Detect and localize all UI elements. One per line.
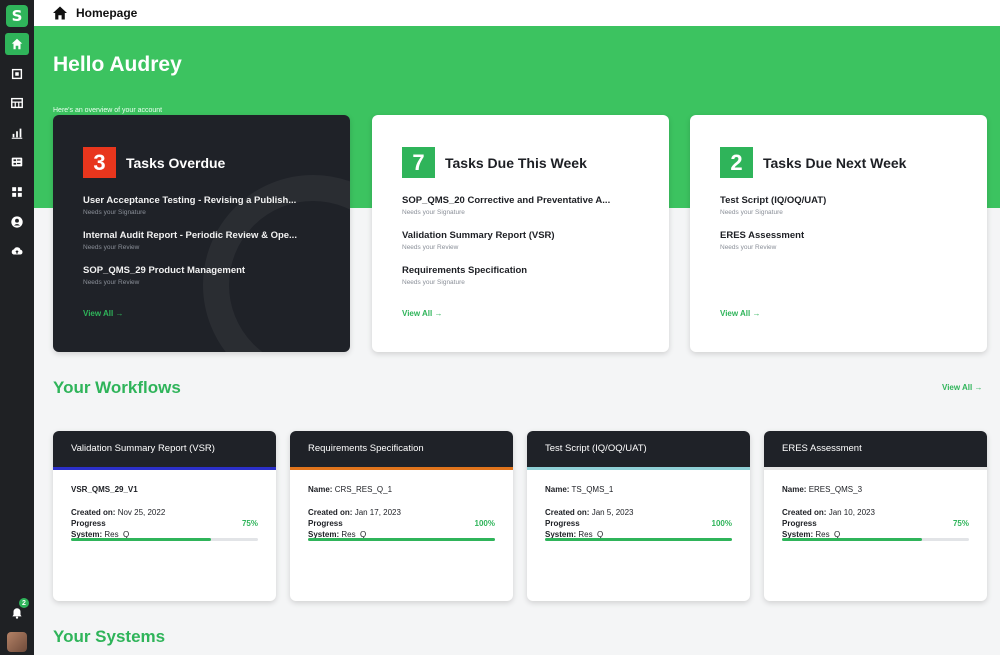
chart-icon: [11, 128, 23, 139]
sidebar-item-forms[interactable]: [5, 151, 29, 173]
view-all-link[interactable]: View All →: [402, 309, 442, 318]
workflow-card[interactable]: ERES Assessment Name: ERES_QMS_3 Created…: [764, 431, 987, 601]
progress-value: 100%: [711, 519, 732, 528]
workflow-card-title: Requirements Specification: [290, 431, 513, 467]
progress-bar: [308, 538, 495, 541]
progress-value: 100%: [474, 519, 495, 528]
task-item[interactable]: Requirements Specification Needs your Sig…: [402, 265, 642, 300]
greeting: Hello Audrey: [53, 53, 182, 76]
document-scan-icon: [11, 68, 23, 80]
workflows-view-all-link[interactable]: View All →: [942, 383, 982, 392]
sidebar: S 2: [0, 0, 34, 655]
sidebar-item-profile[interactable]: [5, 211, 29, 233]
task-item[interactable]: ERES Assessment Needs your Review: [720, 230, 960, 265]
grid-icon: [12, 187, 22, 197]
workflow-card[interactable]: Validation Summary Report (VSR) VSR_QMS_…: [53, 431, 276, 601]
progress-label: Progress: [308, 519, 343, 528]
this-week-count: 7: [402, 147, 435, 178]
notification-badge: 2: [19, 598, 29, 608]
workflow-card-title: Test Script (IQ/OQ/UAT): [527, 431, 750, 467]
tasks-next-week-card: 2 Tasks Due Next Week Test Script (IQ/OQ…: [690, 115, 987, 352]
card-title: Tasks Due This Week: [445, 154, 587, 171]
workflow-card[interactable]: Requirements Specification Name: CRS_RES…: [290, 431, 513, 601]
overdue-count: 3: [83, 147, 116, 178]
sidebar-item-upload[interactable]: [5, 240, 29, 262]
breadcrumb[interactable]: Homepage: [76, 6, 137, 20]
view-all-link[interactable]: View All →: [83, 309, 123, 318]
tasks-this-week-card: 7 Tasks Due This Week SOP_QMS_20 Correct…: [372, 115, 669, 352]
progress-bar: [545, 538, 732, 541]
progress-label: Progress: [71, 519, 106, 528]
list-card-icon: [11, 157, 23, 167]
user-icon: [11, 216, 23, 228]
home-icon[interactable]: [52, 5, 68, 21]
sidebar-item-home[interactable]: [5, 33, 29, 55]
systems-title: Your Systems: [53, 627, 166, 646]
card-title: Tasks Overdue: [126, 154, 226, 171]
task-item[interactable]: User Acceptance Testing - Revising a Pub…: [83, 195, 323, 230]
sidebar-item-documents[interactable]: [5, 63, 29, 85]
progress-value: 75%: [952, 519, 969, 528]
progress-value: 75%: [241, 519, 258, 528]
app-logo[interactable]: S: [6, 5, 28, 27]
home-icon: [11, 38, 23, 50]
progress-bar: [782, 538, 969, 541]
progress-label: Progress: [545, 519, 580, 528]
task-item[interactable]: Internal Audit Report - Periodic Review …: [83, 230, 323, 265]
table-icon: [11, 97, 23, 109]
card-title: Tasks Due Next Week: [763, 154, 907, 171]
task-item[interactable]: SOP_QMS_29 Product Management Needs your …: [83, 265, 323, 300]
sidebar-item-reports[interactable]: [5, 122, 29, 144]
workflow-card-title: Validation Summary Report (VSR): [53, 431, 276, 467]
next-week-count: 2: [720, 147, 753, 178]
workflows-title: Your Workflows: [53, 378, 181, 397]
cloud-upload-icon: [11, 247, 23, 255]
greeting-subtitle: Here's an overview of your account: [53, 107, 163, 114]
progress-label: Progress: [782, 519, 817, 528]
sidebar-item-apps[interactable]: [5, 181, 29, 203]
progress-bar: [71, 538, 258, 541]
avatar[interactable]: [7, 632, 27, 652]
view-all-link[interactable]: View All →: [720, 309, 760, 318]
task-item[interactable]: Validation Summary Report (VSR) Needs you…: [402, 230, 642, 265]
tasks-overdue-card: 3 Tasks Overdue User Acceptance Testing …: [53, 115, 350, 352]
workflow-card[interactable]: Test Script (IQ/OQ/UAT) Name: TS_QMS_1 C…: [527, 431, 750, 601]
task-item[interactable]: Test Script (IQ/OQ/UAT) Needs your Signat…: [720, 195, 960, 230]
top-bar: Homepage: [34, 0, 1000, 26]
task-item[interactable]: SOP_QMS_20 Corrective and Preventative A…: [402, 195, 642, 230]
sidebar-item-table[interactable]: [5, 92, 29, 114]
bell-icon: [12, 608, 22, 619]
workflow-card-title: ERES Assessment: [764, 431, 987, 467]
